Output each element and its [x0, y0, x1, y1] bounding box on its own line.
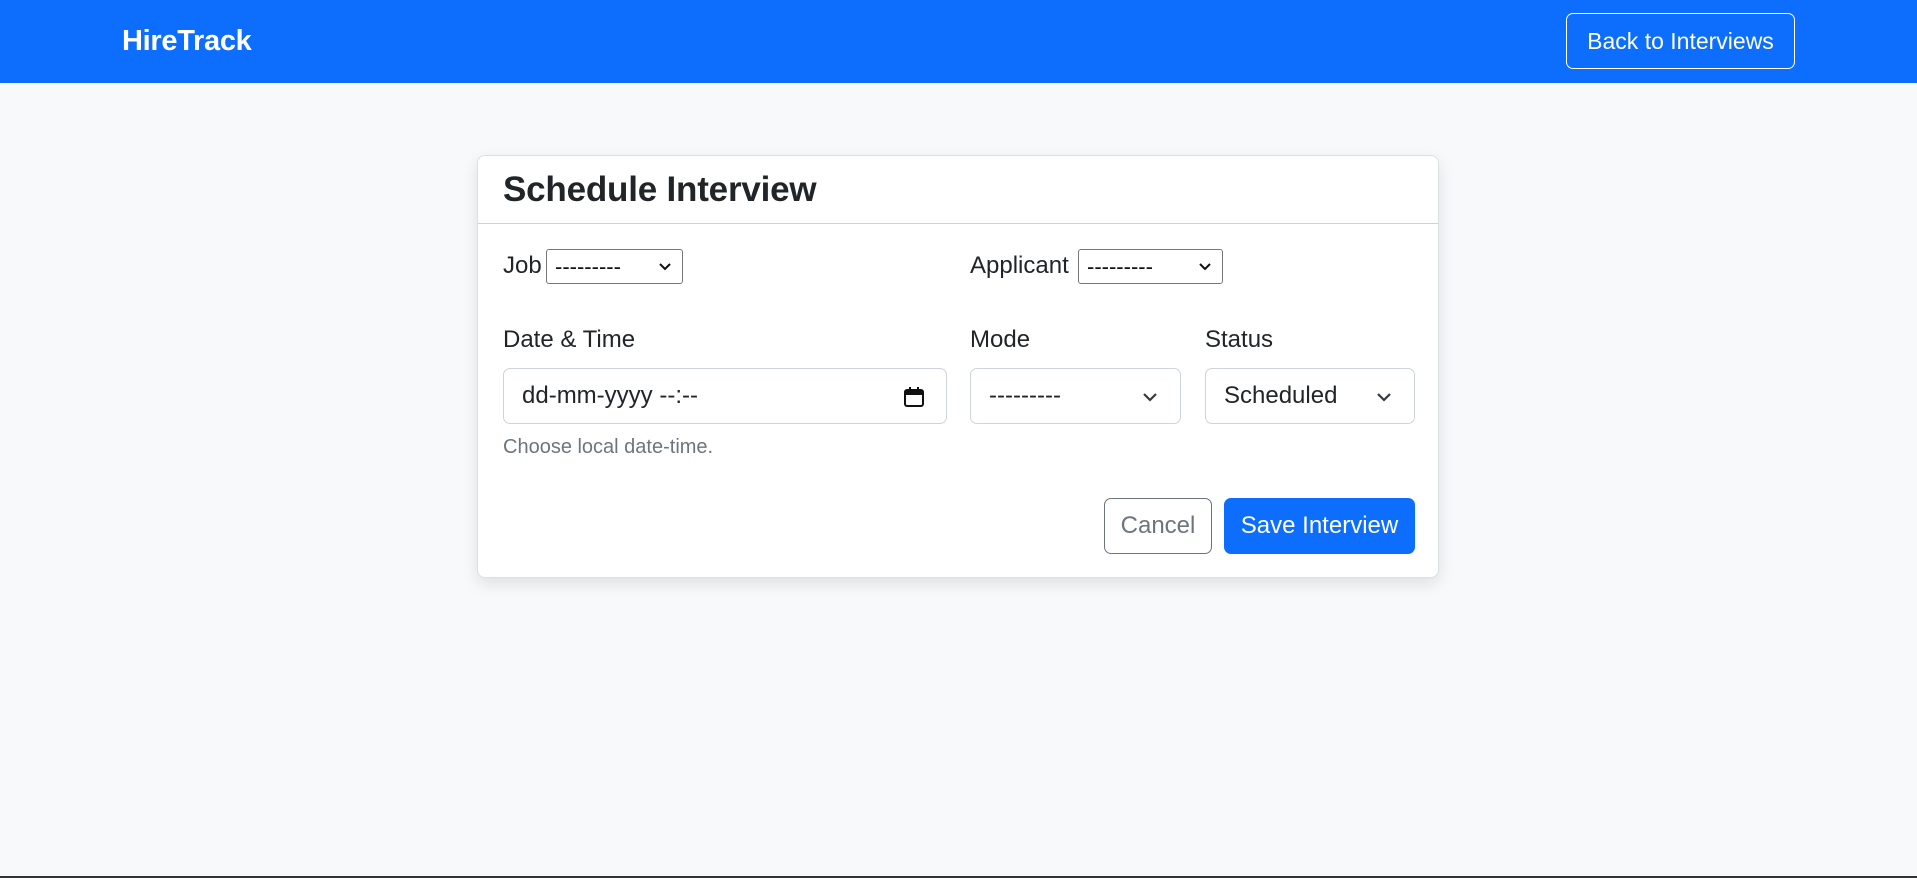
job-select-value: ---------	[555, 253, 621, 279]
job-select[interactable]: ---------	[546, 249, 683, 284]
datetime-input[interactable]: dd-mm-yyyy --:--	[503, 368, 947, 424]
save-interview-button[interactable]: Save Interview	[1224, 498, 1415, 554]
chevron-down-icon	[1143, 393, 1157, 402]
mode-select-value: ---------	[989, 382, 1061, 409]
cancel-button[interactable]: Cancel	[1104, 498, 1212, 554]
mode-select[interactable]: ---------	[970, 368, 1181, 424]
applicant-select[interactable]: ---------	[1078, 249, 1223, 284]
mode-label: Mode	[970, 326, 1031, 353]
back-to-interviews-button[interactable]: Back to Interviews	[1566, 13, 1795, 69]
datetime-help-text: Choose local date-time.	[503, 436, 714, 458]
calendar-icon[interactable]	[902, 385, 926, 409]
page-title: Schedule Interview	[503, 170, 817, 209]
brand-logo-text[interactable]: HireTrack	[122, 0, 252, 83]
top-navbar: HireTrack Back to Interviews	[0, 0, 1917, 83]
chevron-down-icon	[1377, 393, 1391, 402]
status-select[interactable]: Scheduled	[1205, 368, 1415, 424]
schedule-interview-card: Schedule Interview Job --------- Applica…	[477, 155, 1439, 578]
status-label: Status	[1205, 326, 1274, 353]
job-label: Job	[503, 252, 542, 279]
datetime-placeholder: dd-mm-yyyy --:--	[522, 382, 698, 409]
applicant-select-value: ---------	[1087, 253, 1153, 279]
datetime-label: Date & Time	[503, 326, 636, 353]
card-header: Schedule Interview	[478, 156, 1438, 224]
status-select-value: Scheduled	[1224, 382, 1338, 409]
chevron-down-icon	[659, 263, 671, 271]
applicant-label: Applicant	[970, 252, 1069, 279]
chevron-down-icon	[1199, 263, 1211, 271]
